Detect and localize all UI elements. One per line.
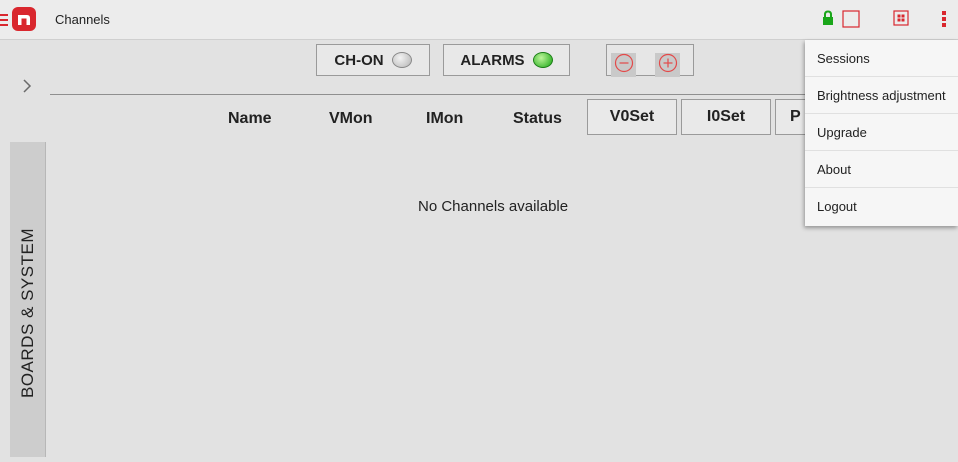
- lock-icon[interactable]: [822, 10, 834, 31]
- menu-item-sessions[interactable]: Sessions: [805, 40, 958, 77]
- alarms-toggle[interactable]: ALARMS: [443, 44, 570, 76]
- empty-message: No Channels available: [418, 198, 569, 215]
- column-header-vmon: VMon: [329, 110, 373, 127]
- toolbar-divider: [50, 94, 810, 95]
- minus-circle-icon: [614, 53, 634, 78]
- menu-item-upgrade[interactable]: Upgrade: [805, 114, 958, 151]
- overflow-menu: Sessions Brightness adjustment Upgrade A…: [805, 40, 958, 226]
- overflow-menu-icon[interactable]: [941, 10, 947, 33]
- plus-circle-icon: [658, 53, 678, 78]
- side-tab-label: BOARDS & SYSTEM: [18, 228, 37, 398]
- plus-button[interactable]: [655, 53, 680, 77]
- column-header-status: Status: [513, 110, 562, 127]
- ch-on-label: CH-ON: [334, 51, 384, 69]
- column-header-name: Name: [228, 110, 272, 127]
- menu-icon[interactable]: [0, 11, 8, 29]
- top-bar: Channels: [0, 0, 958, 40]
- alarms-led-icon: [532, 52, 553, 68]
- minus-button[interactable]: [611, 53, 636, 77]
- column-header-imon: IMon: [426, 110, 464, 127]
- alarms-label: ALARMS: [460, 51, 525, 69]
- chevron-right-icon[interactable]: [22, 78, 32, 99]
- logo-icon: [12, 7, 36, 31]
- grid-icon[interactable]: [893, 10, 909, 31]
- ch-on-toggle[interactable]: CH-ON: [316, 44, 430, 76]
- menu-item-brightness-adjustment[interactable]: Brightness adjustment: [805, 77, 958, 114]
- menu-item-about[interactable]: About: [805, 151, 958, 188]
- menu-item-logout[interactable]: Logout: [805, 188, 958, 225]
- ch-on-led-icon: [391, 52, 412, 68]
- i0set-button[interactable]: I0Set: [681, 99, 771, 135]
- app-title: Channels: [55, 12, 110, 27]
- square-icon[interactable]: [842, 10, 860, 33]
- v0set-button[interactable]: V0Set: [587, 99, 677, 135]
